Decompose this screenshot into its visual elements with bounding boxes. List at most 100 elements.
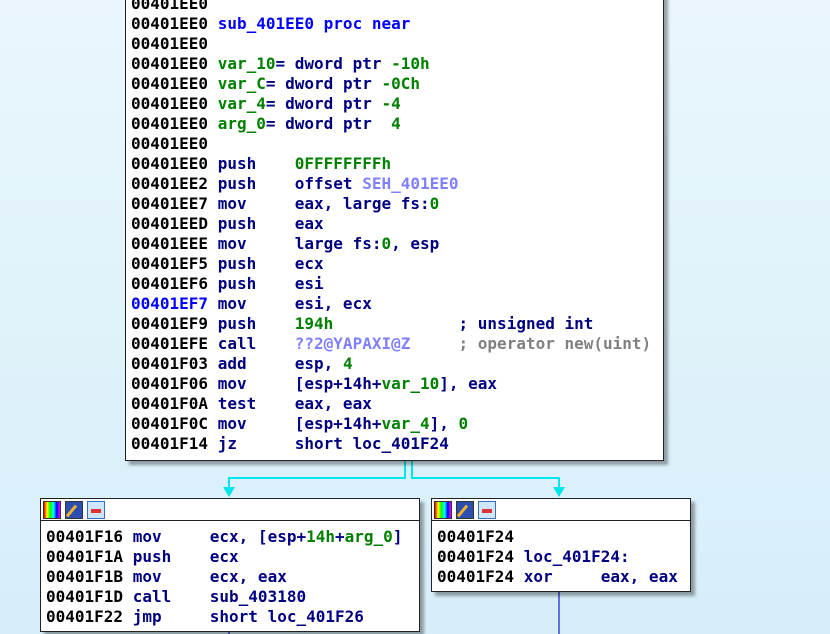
code-line[interactable]: 00401EED push eax xyxy=(126,214,663,234)
code-token: arg_0 xyxy=(217,114,266,133)
code-token: eax, large fs: xyxy=(294,194,430,213)
code-token: call xyxy=(217,334,295,353)
color-palette-icon[interactable] xyxy=(43,501,61,519)
main-code-block[interactable]: 00401EE0 00401EE0 sub_401EE0 proc near 004… xyxy=(125,0,664,461)
code-line[interactable]: 00401EE0 xyxy=(126,0,663,14)
code-token: push xyxy=(217,214,295,233)
code-token: -4 xyxy=(381,94,401,113)
code-line[interactable]: 00401EE0 var_C= dword ptr -0Ch xyxy=(126,74,663,94)
code-token: esp, xyxy=(294,354,343,373)
code-token: push xyxy=(217,174,295,193)
code-line[interactable]: 00401F24 xor eax, eax xyxy=(432,567,690,587)
code-token: eax xyxy=(294,214,324,233)
code-token: 00401EE7 xyxy=(131,194,218,213)
graph-overview-icon[interactable] xyxy=(87,501,105,519)
color-palette-icon[interactable] xyxy=(434,501,452,519)
code-token: push xyxy=(217,274,295,293)
code-token: 4 xyxy=(391,114,401,133)
edit-pencil-icon[interactable] xyxy=(456,501,474,519)
code-token: var_4 xyxy=(381,414,430,433)
code-token: = dword ptr xyxy=(265,114,392,133)
code-token: = dword ptr xyxy=(265,74,382,93)
code-token: 14h xyxy=(306,527,335,546)
code-line[interactable]: 00401EF9 push 194h ; unsigned int xyxy=(126,314,663,334)
block-header xyxy=(41,499,419,521)
code-token: 00401F24 xyxy=(437,567,524,586)
code-line[interactable]: 00401F24 xyxy=(432,527,690,547)
code-token: ecx, eax xyxy=(209,567,287,586)
code-line[interactable]: 00401EE0 sub_401EE0 proc near xyxy=(126,14,663,34)
code-line[interactable]: 00401F24 loc_401F24: xyxy=(432,547,690,567)
code-token: var_C xyxy=(217,74,266,93)
code-token: ; operator new(uint) xyxy=(410,334,652,353)
code-token: [esp+14h+ xyxy=(294,414,382,433)
code-line[interactable]: 00401F14 jz short loc_401F24 xyxy=(126,434,663,454)
code-line[interactable]: 00401EE0 var_4= dword ptr -4 xyxy=(126,94,663,114)
code-line[interactable]: 00401F1B mov ecx, eax xyxy=(41,567,419,587)
code-token: ecx, [esp+ xyxy=(209,527,307,546)
code-token: 00401EF9 xyxy=(131,314,218,333)
code-token: push xyxy=(217,254,295,273)
code-line[interactable]: 00401F03 add esp, 4 xyxy=(126,354,663,374)
code-line[interactable]: 00401EE0 push 0FFFFFFFFh xyxy=(126,154,663,174)
graph-overview-icon[interactable] xyxy=(478,501,496,519)
arrow-head-right xyxy=(553,487,565,497)
code-token: 00401EE0 xyxy=(131,34,209,53)
code-token: 00401F03 xyxy=(131,354,218,373)
code-token: eax, eax xyxy=(600,567,678,586)
code-token: sub_401EE0 proc near xyxy=(217,14,411,33)
code-line[interactable]: 00401F22 jmp short loc_401F26 xyxy=(41,607,419,627)
code-line[interactable]: 00401F0A test eax, eax xyxy=(126,394,663,414)
code-token: 0FFFFFFFFh xyxy=(294,154,392,173)
code-line[interactable]: 00401F06 mov [esp+14h+var_10], eax xyxy=(126,374,663,394)
edge-jz-taken xyxy=(411,458,560,492)
code-line[interactable]: 00401EE0 var_10= dword ptr -10h xyxy=(126,54,663,74)
code-token: jmp xyxy=(132,607,210,626)
code-token: 00401F16 xyxy=(46,527,133,546)
code-token: 194h xyxy=(294,314,334,333)
code-token: push xyxy=(217,154,295,173)
code-line[interactable]: 00401F16 mov ecx, [esp+14h+arg_0] xyxy=(41,527,419,547)
code-token: ; unsigned int xyxy=(333,314,594,333)
code-token: large fs: xyxy=(294,234,382,253)
code-line[interactable]: 00401F0C mov [esp+14h+var_4], 0 xyxy=(126,414,663,434)
code-line[interactable]: 00401EE2 push offset SEH_401EE0 xyxy=(126,174,663,194)
code-line[interactable]: 00401EE0 xyxy=(126,134,663,154)
code-token: 00401F0C xyxy=(131,414,218,433)
code-token: push xyxy=(217,314,295,333)
code-token: 4 xyxy=(342,354,353,373)
code-line[interactable]: 00401EF6 push esi xyxy=(126,274,663,294)
code-token: mov xyxy=(217,234,295,253)
code-line[interactable]: 00401EF5 push ecx xyxy=(126,254,663,274)
code-line[interactable]: 00401EE0 xyxy=(126,34,663,54)
code-token: 00401EE0 xyxy=(131,14,218,33)
code-token: 00401EE0 xyxy=(131,94,218,113)
code-line[interactable]: 00401EF7 mov esi, ecx xyxy=(126,294,663,314)
code-token: mov xyxy=(132,567,210,586)
edit-pencil-icon[interactable] xyxy=(65,501,83,519)
code-token: 00401EFE xyxy=(131,334,218,353)
code-line[interactable]: 00401EE7 mov eax, large fs:0 xyxy=(126,194,663,214)
code-token: 00401EE0 xyxy=(131,134,209,153)
code-token: var_4 xyxy=(217,94,266,113)
code-token: 00401F24 xyxy=(437,547,524,566)
code-token: 00401EF6 xyxy=(131,274,218,293)
code-token: 00401EE0 xyxy=(131,74,218,93)
code-token: 0 xyxy=(429,194,440,213)
code-line[interactable]: 00401EFE call ??2@YAPAXI@Z ; operator ne… xyxy=(126,334,663,354)
code-token: offset xyxy=(294,174,363,193)
code-token: var_10 xyxy=(217,54,276,73)
left-code-block[interactable]: 00401F16 mov ecx, [esp+14h+arg_0] 00401F1… xyxy=(40,498,420,632)
edge-jz-fallthrough xyxy=(228,458,406,492)
right-code-block[interactable]: 00401F24 00401F24 loc_401F24: 00401F24 xor… xyxy=(431,498,691,592)
code-line[interactable]: 00401EEE mov large fs:0, esp xyxy=(126,234,663,254)
code-token: -0Ch xyxy=(381,74,420,93)
code-line[interactable]: 00401F1A push ecx xyxy=(41,547,419,567)
code-token: SEH_401EE0 xyxy=(362,174,459,193)
code-token: 00401F1A xyxy=(46,547,133,566)
code-token: add xyxy=(217,354,295,373)
code-line[interactable]: 00401EE0 arg_0= dword ptr 4 xyxy=(126,114,663,134)
code-token: call xyxy=(132,587,210,606)
code-line[interactable]: 00401F1D call sub_403180 xyxy=(41,587,419,607)
code-token: jz xyxy=(217,434,295,453)
